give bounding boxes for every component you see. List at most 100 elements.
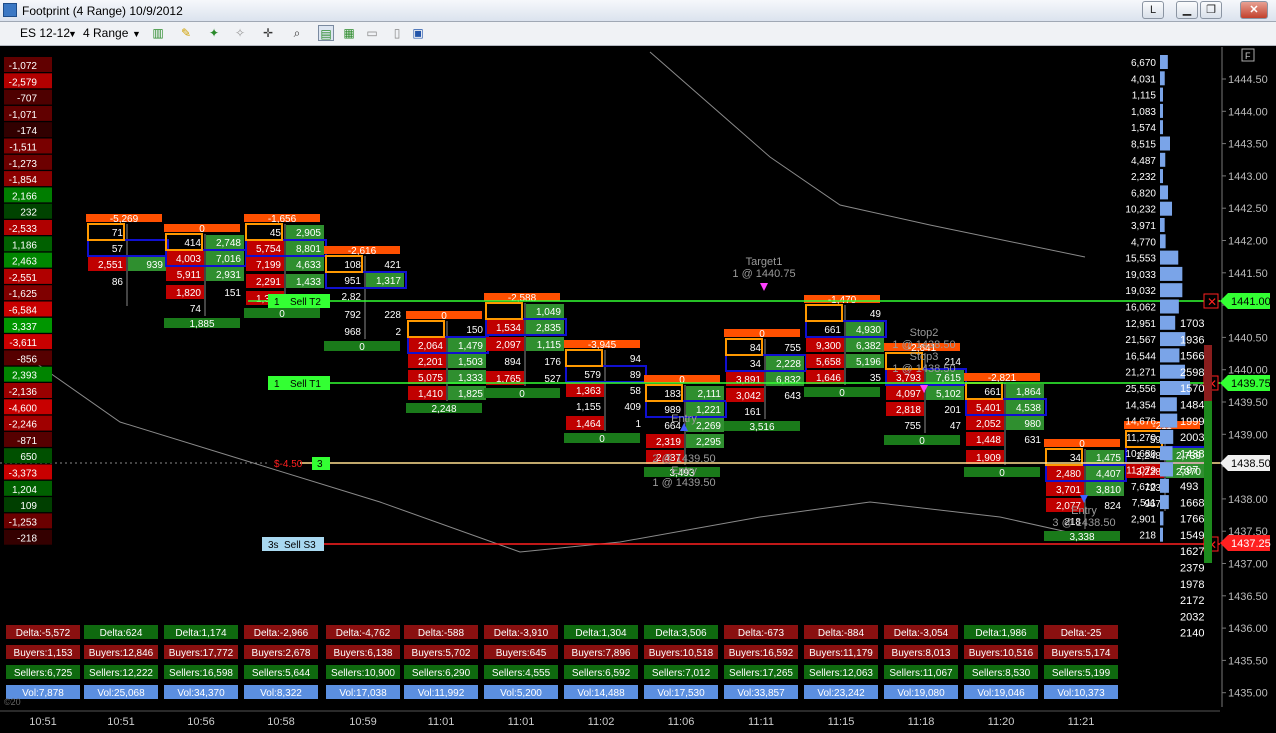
volume-bar: [1160, 462, 1174, 477]
delta-value: -2,533: [9, 224, 38, 235]
vol-stat-value: Vol:34,370: [177, 688, 225, 699]
chevron-down-icon[interactable]: ▼: [68, 29, 77, 39]
order-size-value: 2032: [1180, 611, 1204, 623]
bid-value: 1,820: [176, 288, 201, 299]
delta-stat-value: Delta:1,986: [975, 628, 1027, 639]
volume-bar: [1160, 185, 1169, 200]
volume-bar: [1160, 283, 1183, 298]
order-size-value: 2003: [1180, 432, 1204, 444]
vol-stat-value: Vol:19,080: [897, 688, 945, 699]
indicator-icon[interactable]: ✦: [206, 25, 222, 41]
volume-value: 1,083: [1131, 107, 1156, 118]
delta-value: -218: [17, 534, 37, 545]
price-label: 1437.00: [1228, 559, 1268, 571]
delta-stat-value: Delta:3,506: [655, 628, 707, 639]
maximize-button[interactable]: ❐: [1200, 1, 1222, 19]
order-size-value: 1570: [1180, 383, 1204, 395]
ask-value: 4,633: [296, 260, 321, 271]
delta-value: -3,373: [9, 469, 38, 480]
buyers-stat-value: Buyers:8,013: [892, 648, 951, 659]
chevron-down-icon[interactable]: ▼: [132, 29, 141, 39]
order-size-value: 493: [1180, 481, 1198, 493]
volume-value: 7,511: [1132, 498, 1157, 509]
time-label: 10:58: [267, 716, 295, 728]
entry-fill-label: 1 @ 1439.50: [652, 477, 715, 489]
bid-value: 414: [184, 238, 201, 249]
buyers-stat-value: Buyers:5,174: [1052, 648, 1111, 659]
cancel-order-button[interactable]: ✕: [1203, 293, 1219, 309]
ask-value: 47: [950, 421, 962, 432]
delta-value: -856: [17, 354, 37, 365]
volume-value: 6,820: [1131, 188, 1156, 199]
period-selector[interactable]: 4 Range: [83, 26, 128, 40]
footprint-chart[interactable]: -5,269 71 57 2,551 939 86 0 414 2,748 4,003 7,016 5…: [0, 47, 1276, 728]
sell-t1-order[interactable]: 1 Sell T1: [268, 376, 330, 390]
vol-stat-value: Vol:11,992: [418, 688, 465, 699]
bar-type-icon[interactable]: ▥: [150, 25, 166, 41]
sellers-stat-value: Sellers:5,644: [252, 668, 311, 679]
delta-value: 3,337: [12, 322, 37, 333]
order-size-value: 597: [1180, 465, 1198, 477]
instrument-selector[interactable]: ES 12-12: [20, 26, 70, 40]
zoom-icon[interactable]: ⌕: [289, 25, 305, 41]
link-button[interactable]: L: [1142, 1, 1164, 19]
ask-value: 2,905: [296, 228, 321, 239]
bid-value: 2,052: [976, 419, 1001, 430]
close-button[interactable]: ✕: [1240, 1, 1268, 19]
volume-value: 16,062: [1125, 303, 1156, 314]
bar-delta-bottom-value: 1,885: [189, 319, 214, 330]
bid-value: 161: [744, 407, 761, 418]
bar-delta-bottom-value: 0: [599, 434, 605, 445]
sellers-stat-value: Sellers:5,199: [1052, 668, 1111, 679]
delta-stat-value: Delta:-5,572: [16, 628, 71, 639]
position-bar-top: [1204, 345, 1212, 401]
window-link-icon[interactable]: ▣: [410, 25, 426, 41]
order-size-value: 2379: [1180, 563, 1204, 575]
bid-value: 5,658: [816, 357, 841, 368]
stop2-fill-label: 1 @ 1438.50: [892, 339, 955, 351]
ask-value: 5,102: [936, 389, 961, 400]
sellers-stat-value: Sellers:6,290: [412, 668, 471, 679]
ask-value: 2,111: [697, 389, 721, 400]
strategy-icon[interactable]: ✧: [232, 25, 248, 41]
pencil-icon[interactable]: ✎: [178, 25, 194, 41]
ask-value: 58: [630, 386, 642, 397]
ask-value: 7,016: [216, 254, 241, 265]
volume-bar: [1160, 397, 1177, 412]
order-size-value: 1438: [1180, 448, 1204, 460]
price-label: 1444.00: [1228, 106, 1268, 118]
volume-bar: [1160, 348, 1180, 363]
order-size-value: 1668: [1180, 497, 1204, 509]
chart-trader-icon[interactable]: ▤: [318, 25, 334, 41]
properties-icon[interactable]: ▭: [364, 25, 380, 41]
app-icon: [3, 3, 17, 17]
ask-value: 2,295: [696, 437, 721, 448]
data-box-icon[interactable]: ▦: [341, 25, 357, 41]
time-label: 10:56: [187, 716, 215, 728]
volume-bar: [1160, 218, 1165, 232]
order-size-value: 1484: [1180, 400, 1204, 412]
time-label: 10:59: [349, 716, 377, 728]
bid-value: 9,300: [816, 341, 841, 352]
ask-value: 1,049: [536, 307, 561, 318]
sell-s3-order[interactable]: 3s Sell S3: [262, 537, 324, 551]
crosshair-icon[interactable]: ✛: [260, 25, 276, 41]
template-icon[interactable]: ▯: [389, 25, 405, 41]
bid-value: 2,201: [418, 357, 443, 368]
ask-value: 421: [384, 260, 401, 271]
ask-value: 1: [635, 419, 641, 430]
ask-value: 939: [146, 260, 163, 271]
minimize-button[interactable]: ▁: [1176, 1, 1198, 19]
volume-value: 3,971: [1131, 221, 1156, 232]
delta-value: -4,600: [9, 403, 38, 414]
volume-bar: [1160, 250, 1179, 265]
ask-value: 643: [784, 391, 801, 402]
price-label: 1435.00: [1228, 688, 1268, 700]
time-label: 11:15: [828, 716, 855, 728]
volume-value: 21,567: [1125, 335, 1156, 346]
delta-value: -1,854: [9, 175, 38, 186]
sell-t2-order[interactable]: 1 Sell T2: [268, 294, 330, 308]
ask-value: 1,433: [296, 277, 321, 288]
delta-stat-value: Delta:-3,910: [494, 628, 549, 639]
price-label: 1440.00: [1228, 365, 1268, 377]
